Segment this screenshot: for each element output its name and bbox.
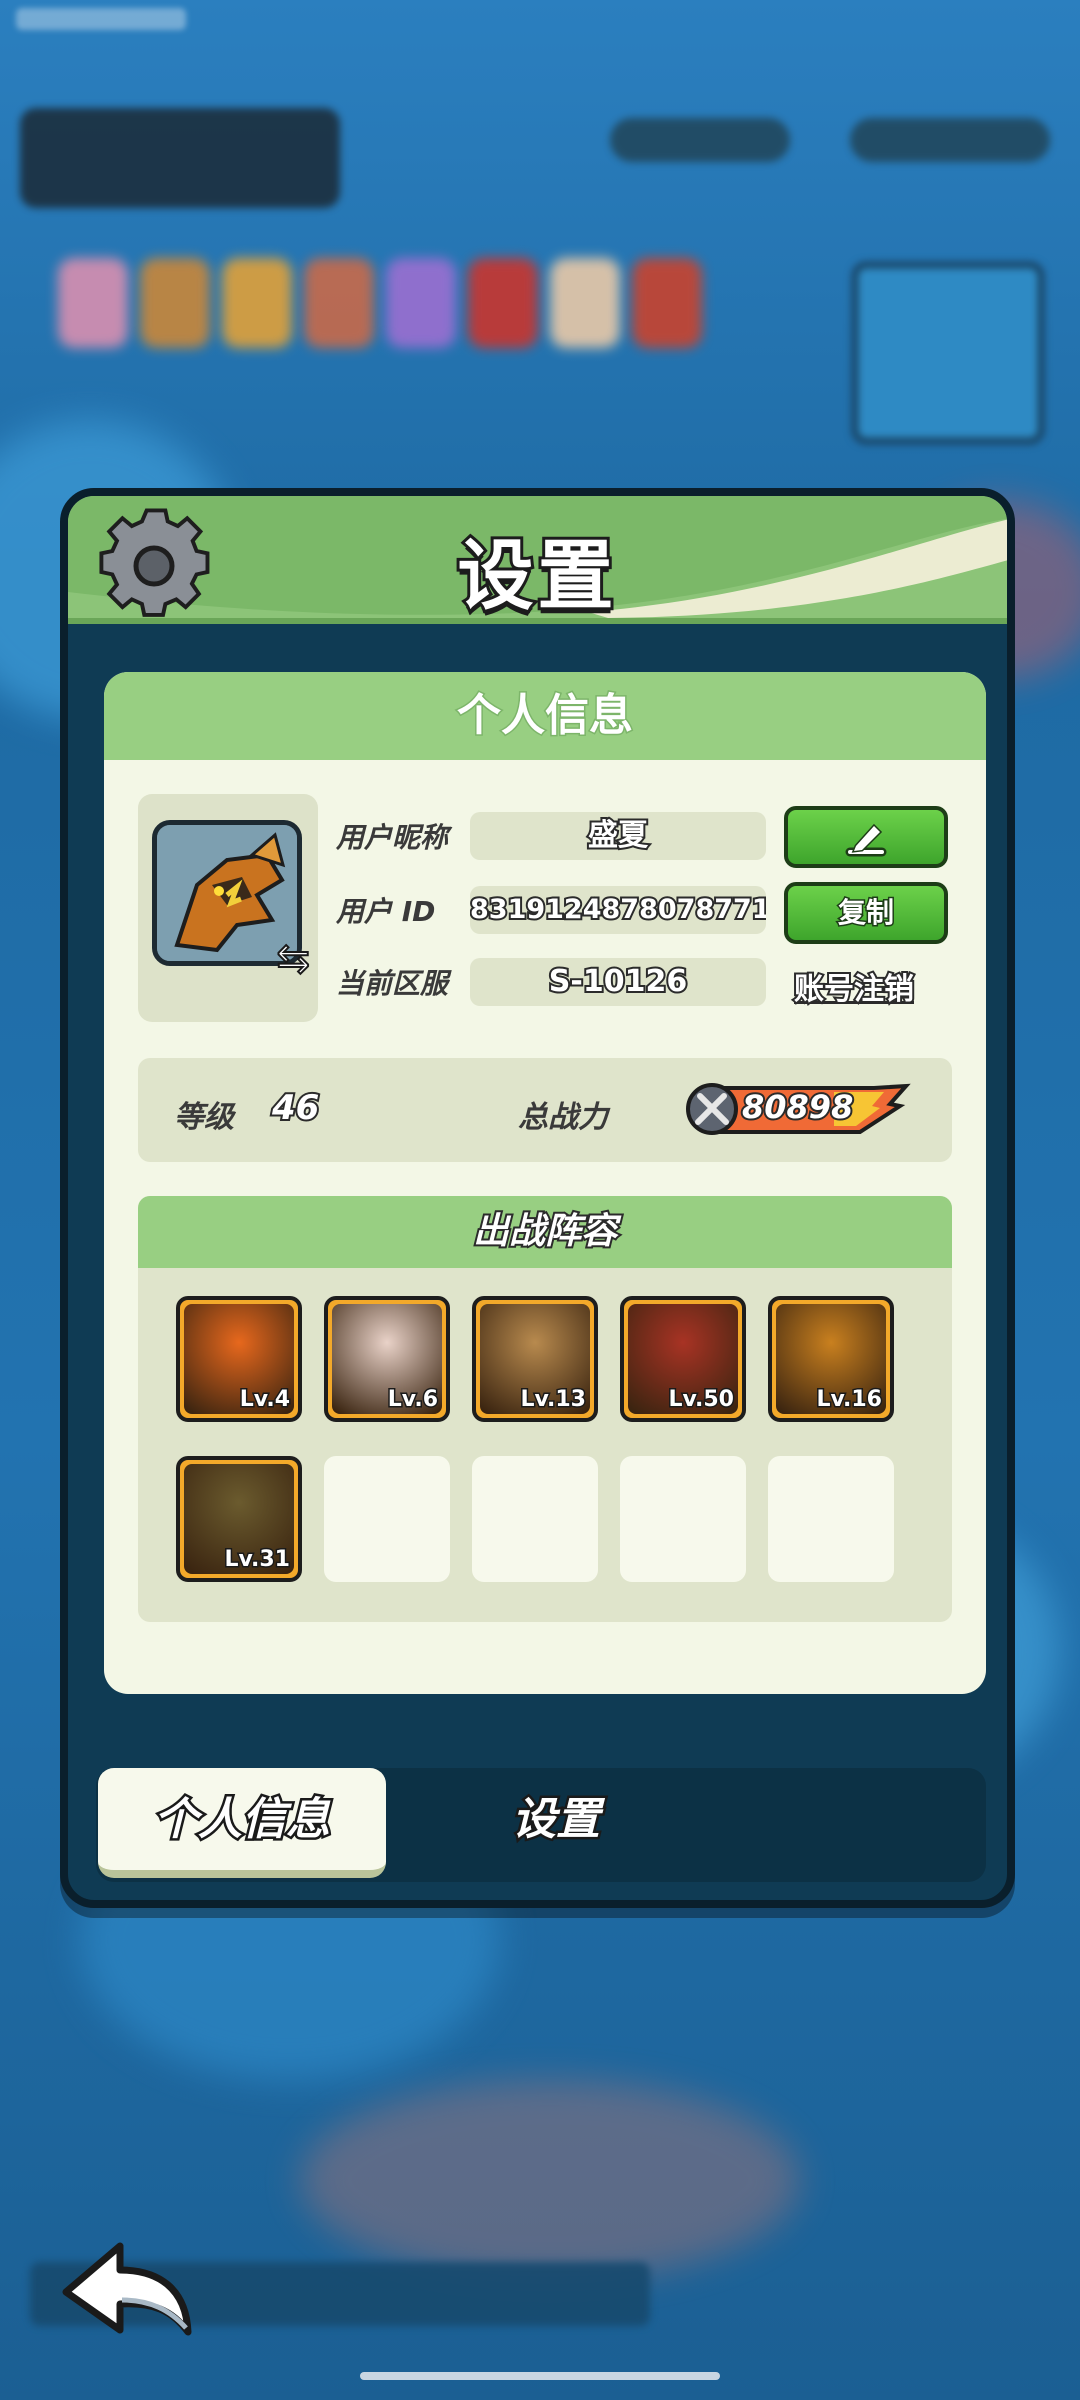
hero-slot[interactable]: Lv.31 <box>176 1456 302 1582</box>
hero-slot[interactable]: Lv.4 <box>176 1296 302 1422</box>
empty-hero-slot[interactable] <box>472 1456 598 1582</box>
nickname-value: 盛夏 <box>470 812 766 860</box>
settings-panel: 设置 个人信息 ⇆ 用户昵称 盛夏 用户 ID 8319124878078771… <box>60 488 1015 1908</box>
hero-slot[interactable]: Lv.50 <box>620 1296 746 1422</box>
stats-bar: 等级 46 总战力 80898 <box>138 1058 952 1162</box>
edit-nickname-button[interactable] <box>784 806 948 868</box>
tab-personal-info[interactable]: 个人信息 <box>98 1768 386 1878</box>
home-indicator[interactable] <box>360 2372 720 2380</box>
hero-level: Lv.4 <box>238 1386 291 1414</box>
page-title: 设置 <box>455 528 618 623</box>
hero-level: Lv.16 <box>815 1386 884 1414</box>
tab-bar: 个人信息 设置 <box>96 1768 986 1882</box>
empty-hero-slot[interactable] <box>324 1456 450 1582</box>
power-badge: 80898 <box>684 1082 914 1136</box>
hero-level: Lv.13 <box>519 1386 588 1414</box>
panel-header: 设置 <box>68 496 1007 624</box>
hero-level: Lv.6 <box>386 1386 439 1414</box>
card-heading: 个人信息 <box>104 672 986 760</box>
hero-slot[interactable]: Lv.6 <box>324 1296 450 1422</box>
power-label: 总战力 <box>518 1100 608 1135</box>
empty-hero-slot[interactable] <box>620 1456 746 1582</box>
level-label: 等级 <box>174 1100 234 1135</box>
copy-id-button[interactable]: 复制 <box>784 882 948 944</box>
empty-hero-slot[interactable] <box>768 1456 894 1582</box>
user-id-value: 83191248780787714 <box>470 886 766 934</box>
nickname-label: 用户昵称 <box>336 821 449 854</box>
pencil-icon <box>845 823 887 857</box>
battle-lineup: 出战阵容 Lv.4 Lv.6 Lv.13 Lv.50 Lv.16 Lv.31 <box>138 1196 952 1622</box>
hero-slot[interactable]: Lv.13 <box>472 1296 598 1422</box>
level-value: 46 <box>270 1086 321 1130</box>
power-value: 80898 <box>740 1086 855 1128</box>
back-arrow-icon[interactable] <box>58 2236 198 2346</box>
personal-info-card: 个人信息 ⇆ 用户昵称 盛夏 用户 ID 83191248780787714 复… <box>104 672 986 1694</box>
lineup-heading: 出战阵容 <box>138 1196 952 1268</box>
user-id-label: 用户 ID <box>336 895 436 928</box>
hero-level: Lv.50 <box>667 1386 736 1414</box>
server-value: S-10126 <box>470 958 766 1006</box>
cancel-account-link[interactable]: 账号注销 <box>792 964 916 1009</box>
avatar-container: ⇆ <box>138 794 318 1022</box>
tab-settings[interactable]: 设置 <box>426 1768 686 1878</box>
hero-level: Lv.31 <box>223 1546 292 1574</box>
hero-slot[interactable]: Lv.16 <box>768 1296 894 1422</box>
server-label: 当前区服 <box>336 967 449 1000</box>
swap-avatar-icon[interactable]: ⇆ <box>275 935 310 983</box>
